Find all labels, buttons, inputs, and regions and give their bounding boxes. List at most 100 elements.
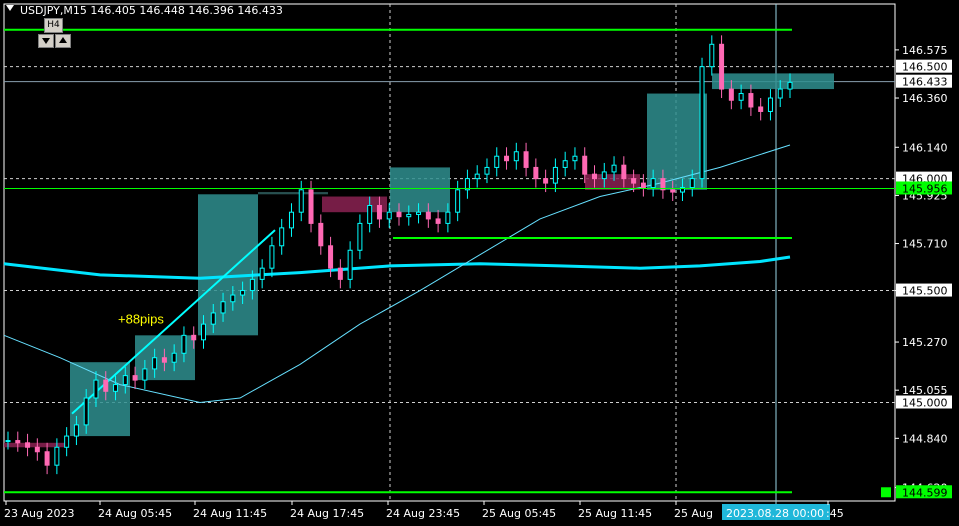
candle-body-76 — [748, 93, 754, 108]
price-label-4: 145.500 — [902, 285, 948, 298]
price-label-1: 146.433 — [902, 76, 948, 89]
time-label-2: 24 Aug 11:45 — [193, 507, 267, 520]
candle-body-24 — [240, 290, 246, 296]
timeframe-button[interactable]: H4 — [44, 18, 63, 33]
candle-body-4 — [44, 451, 50, 466]
zone-box-7 — [647, 93, 707, 190]
pips-annotation: +88pips — [118, 312, 164, 327]
candle-body-56 — [552, 166, 558, 184]
time-label-1: 24 Aug 05:45 — [98, 507, 172, 520]
candle-body-14 — [142, 368, 148, 381]
candle-body-63 — [621, 164, 627, 180]
candle-body-12 — [122, 375, 128, 386]
candle-body-59 — [582, 155, 588, 175]
price-tick-1: 146.360 — [902, 92, 948, 105]
zone-box-8 — [712, 73, 834, 90]
candle-body-38 — [376, 204, 382, 220]
dropdown-triangle-icon[interactable] — [6, 5, 14, 11]
candle-body-68 — [670, 189, 676, 193]
time-label-7: 25 Aug — [674, 507, 713, 520]
candle-body-36 — [357, 222, 363, 251]
level-marker-icon — [881, 487, 891, 498]
candle-body-6 — [64, 435, 70, 448]
timeframe-up-icon[interactable] — [55, 34, 71, 48]
candle-body-15 — [152, 357, 158, 370]
candle-body-61 — [601, 171, 607, 180]
candle-body-54 — [533, 166, 539, 180]
close-value: 146.433 — [237, 4, 283, 17]
time-label-9: :45 — [826, 507, 844, 520]
candle-body-65 — [640, 182, 646, 189]
candle-body-64 — [631, 178, 637, 184]
candle-body-49 — [484, 166, 490, 175]
time-cursor-label: 2023.08.28 00:00 — [726, 507, 824, 520]
candle-body-43 — [425, 211, 431, 220]
zone-box-3 — [258, 192, 328, 195]
price-chart[interactable]: +88pips146.575146.360146.140145.925145.7… — [0, 0, 959, 526]
candle-body-45 — [445, 211, 451, 224]
timeframe-down-icon[interactable] — [38, 34, 54, 48]
candle-body-57 — [562, 160, 568, 168]
candle-body-53 — [523, 151, 529, 168]
candle-body-78 — [767, 97, 773, 112]
candle-body-10 — [103, 379, 109, 392]
candle-body-62 — [611, 164, 617, 173]
time-label-6: 25 Aug 11:45 — [578, 507, 652, 520]
time-label-0: 23 Aug 2023 — [4, 507, 74, 520]
candle-body-44 — [435, 218, 441, 224]
candle-body-41 — [406, 213, 412, 218]
candle-body-70 — [689, 178, 695, 189]
candle-body-39 — [386, 211, 392, 220]
candle-body-51 — [504, 155, 510, 162]
candle-body-32 — [318, 222, 324, 247]
price-tick-0: 146.575 — [902, 44, 948, 57]
zone-box-2 — [198, 194, 258, 336]
candle-body-11 — [113, 384, 119, 392]
candle-body-71 — [699, 66, 705, 180]
candle-body-27 — [269, 245, 275, 269]
symbol-label: USDJPY,M15 — [20, 4, 87, 17]
candle-body-7 — [73, 424, 79, 437]
candle-body-1 — [15, 440, 21, 444]
candle-body-0 — [5, 440, 11, 443]
candle-body-33 — [328, 245, 334, 269]
candle-body-79 — [777, 88, 783, 99]
candle-body-18 — [181, 334, 187, 354]
price-tick-2: 146.140 — [902, 141, 948, 154]
candle-body-3 — [34, 446, 40, 453]
candle-body-31 — [308, 189, 314, 224]
candle-body-48 — [474, 173, 480, 180]
price-tick-6: 145.270 — [902, 336, 948, 349]
candle-body-19 — [191, 334, 197, 341]
price-tick-7: 145.055 — [902, 384, 948, 397]
candle-body-25 — [249, 278, 255, 292]
candle-body-80 — [787, 81, 793, 90]
price-label-3: 145.956 — [902, 182, 948, 195]
candle-body-42 — [416, 211, 422, 215]
price-tick-8: 144.840 — [902, 432, 948, 445]
price-label-5: 145.000 — [902, 396, 948, 409]
candle-body-16 — [161, 357, 167, 363]
candle-body-77 — [758, 106, 764, 112]
zone-box-0 — [70, 362, 130, 437]
symbol-ohlc-readout: USDJPY,M15 146.405 146.448 146.396 146.4… — [20, 4, 283, 17]
candle-body-13 — [132, 375, 138, 381]
candle-body-35 — [347, 249, 353, 280]
time-label-5: 25 Aug 05:45 — [482, 507, 556, 520]
time-label-4: 24 Aug 23:45 — [386, 507, 460, 520]
candle-body-21 — [210, 312, 216, 325]
candle-body-66 — [650, 178, 656, 189]
candle-body-73 — [719, 43, 725, 90]
candle-body-75 — [738, 93, 744, 101]
candle-body-20 — [201, 323, 206, 341]
candle-body-50 — [494, 155, 500, 168]
high-value: 146.448 — [139, 4, 185, 17]
candle-body-17 — [171, 352, 177, 363]
candle-body-52 — [513, 151, 519, 162]
candle-body-29 — [288, 211, 294, 229]
low-value: 146.396 — [188, 4, 234, 17]
price-label-0: 146.500 — [902, 61, 948, 74]
candle-body-8 — [83, 397, 89, 426]
candle-body-37 — [367, 204, 373, 224]
candle-body-40 — [396, 211, 402, 218]
